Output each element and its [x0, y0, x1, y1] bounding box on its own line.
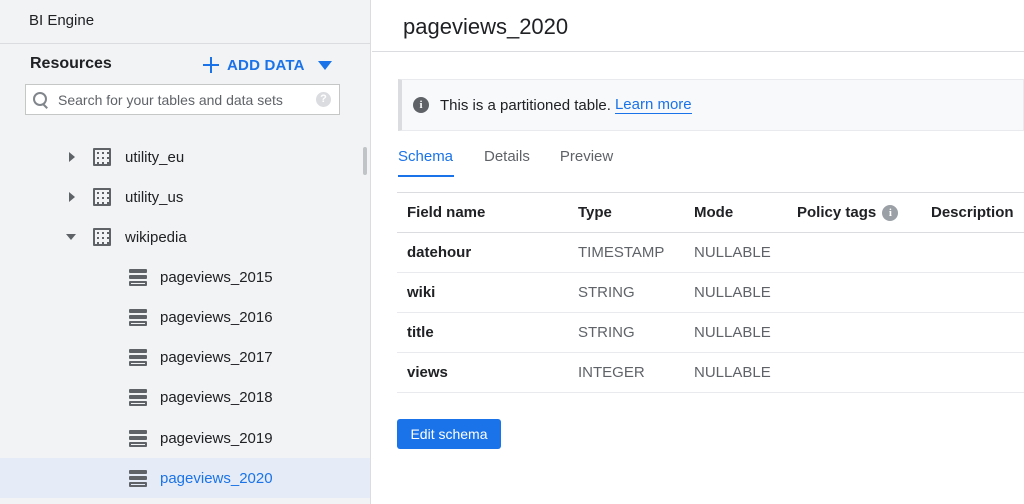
type-cell: STRING: [568, 312, 684, 353]
table-details: i This is a partitioned table. Learn mor…: [372, 52, 1024, 504]
table-icon: [129, 348, 147, 366]
tree-item-pageviews-2015[interactable]: pageviews_2015: [0, 257, 370, 297]
tree-item-label: pageviews_2019: [160, 429, 273, 447]
tab-preview[interactable]: Preview: [560, 141, 613, 177]
description-cell: [921, 232, 1024, 273]
collapse-arrow-icon[interactable]: [66, 234, 76, 240]
field-name-cell: views: [397, 352, 568, 393]
table-row: datehour TIMESTAMP NULLABLE: [397, 232, 1024, 273]
caret-down-icon[interactable]: [317, 60, 332, 70]
tree-item-label: pageviews_2015: [160, 268, 273, 286]
dataset-icon: [93, 228, 111, 246]
column-header-type: Type: [568, 192, 684, 233]
field-name-cell: datehour: [397, 232, 568, 273]
table-icon: [129, 388, 147, 406]
table-row: views INTEGER NULLABLE: [397, 352, 1024, 393]
tree-item-pageviews-2018[interactable]: pageviews_2018: [0, 377, 370, 417]
column-header-field-name: Field name: [397, 192, 568, 233]
policy-tags-cell: [787, 232, 921, 273]
schema-table: Field name Type Mode Policy tags i Descr…: [397, 192, 1024, 393]
tree-item-label: wikipedia: [125, 228, 187, 246]
mode-cell: NULLABLE: [684, 352, 787, 393]
tree-item-label: utility_us: [125, 188, 184, 206]
info-banner: i This is a partitioned table. Learn mor…: [398, 79, 1024, 131]
table-icon: [129, 429, 147, 447]
policy-tags-help-icon[interactable]: i: [882, 205, 899, 221]
policy-tags-cell: [787, 312, 921, 353]
policy-tags-label: Policy tags: [797, 204, 877, 221]
mode-cell: NULLABLE: [684, 272, 787, 313]
mode-cell: NULLABLE: [684, 312, 787, 353]
column-header-description: Description: [921, 192, 1024, 233]
table-row: title STRING NULLABLE: [397, 312, 1024, 353]
tree-item-pageviews-2019[interactable]: pageviews_2019: [0, 418, 370, 458]
description-cell: [921, 352, 1024, 393]
tree-item-utility-us[interactable]: utility_us: [0, 177, 370, 217]
edit-schema-button[interactable]: Edit schema: [397, 419, 501, 449]
main-panel: pageviews_2020 i This is a partitioned t…: [372, 0, 1024, 504]
tree-item-pageviews-2016[interactable]: pageviews_2016: [0, 297, 370, 337]
tree-item-utility-eu[interactable]: utility_eu: [0, 137, 370, 177]
column-header-policy-tags: Policy tags i: [787, 192, 921, 233]
policy-tags-cell: [787, 272, 921, 313]
type-cell: STRING: [568, 272, 684, 313]
field-name-cell: title: [397, 312, 568, 353]
page-title: pageviews_2020: [403, 14, 569, 39]
tree-item-label: pageviews_2016: [160, 308, 273, 326]
sidebar: BI Engine Resources ADD DATA ? utility_e…: [0, 0, 371, 504]
tree-item-pageviews-2020[interactable]: pageviews_2020: [0, 458, 370, 498]
tab-bar: Schema Details Preview: [398, 141, 643, 177]
tree-item-label: pageviews_2017: [160, 348, 273, 366]
type-cell: TIMESTAMP: [568, 232, 684, 273]
search-box: ?: [25, 84, 340, 115]
tree-item-pageviews-2017[interactable]: pageviews_2017: [0, 337, 370, 377]
tree-item-label: utility_eu: [125, 148, 185, 166]
schema-header-row: Field name Type Mode Policy tags i Descr…: [397, 192, 1024, 233]
tree-item-wikipedia[interactable]: wikipedia: [0, 217, 370, 257]
help-icon[interactable]: ?: [316, 92, 331, 107]
tree-item-label: pageviews_2020: [160, 469, 273, 487]
info-icon: i: [413, 97, 429, 113]
expand-arrow-icon[interactable]: [69, 192, 75, 202]
table-icon: [129, 469, 147, 487]
mode-cell: NULLABLE: [684, 232, 787, 273]
resources-header: Resources ADD DATA: [0, 44, 370, 84]
add-data-label: ADD DATA: [227, 56, 305, 74]
description-cell: [921, 272, 1024, 313]
table-row: wiki STRING NULLABLE: [397, 272, 1024, 313]
main-header: pageviews_2020: [372, 0, 1024, 52]
bi-engine-link[interactable]: BI Engine: [0, 0, 370, 44]
field-name-cell: wiki: [397, 272, 568, 313]
search-input[interactable]: [58, 91, 308, 108]
type-cell: INTEGER: [568, 352, 684, 393]
tree-item-label: pageviews_2018: [160, 388, 273, 406]
column-header-mode: Mode: [684, 192, 787, 233]
expand-arrow-icon[interactable]: [69, 152, 75, 162]
plus-icon: [203, 57, 219, 73]
tab-details[interactable]: Details: [484, 141, 530, 177]
learn-more-link[interactable]: Learn more: [614, 96, 692, 114]
policy-tags-cell: [787, 352, 921, 393]
table-icon: [129, 268, 147, 286]
banner-text: This is a partitioned table.: [440, 96, 611, 114]
dataset-icon: [93, 148, 111, 166]
table-icon: [129, 308, 147, 326]
search-icon: [33, 91, 49, 108]
description-cell: [921, 312, 1024, 353]
dataset-icon: [93, 188, 111, 206]
add-data-button[interactable]: ADD DATA: [203, 53, 332, 77]
tab-schema[interactable]: Schema: [398, 141, 454, 177]
resources-title: Resources: [30, 55, 112, 72]
